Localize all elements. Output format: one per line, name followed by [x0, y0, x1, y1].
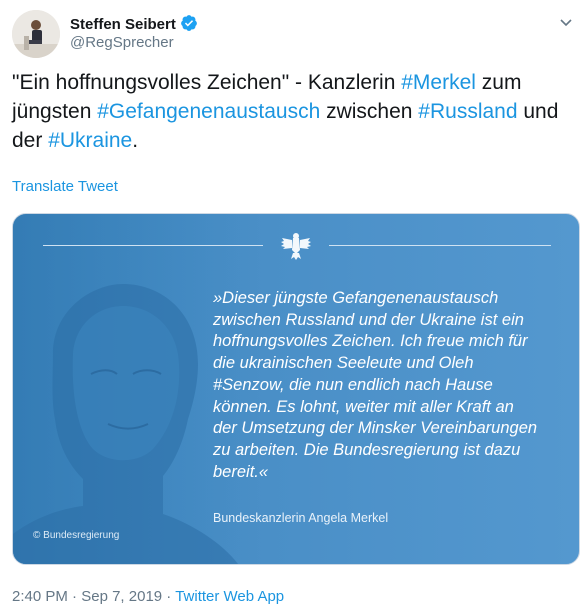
divider-right: [329, 245, 551, 246]
hashtag-ukraine[interactable]: #Ukraine: [48, 129, 132, 152]
quote-line: zwischen Russland und der Ukraine ist ei…: [213, 310, 524, 329]
quote-text: »Dieser jüngste Gefangenenaustausch zwis…: [213, 288, 553, 483]
hashtag-russland[interactable]: #Russland: [418, 100, 517, 123]
quote-signature: Bundeskanzlerin Angela Merkel: [213, 511, 389, 525]
tweet-text-part: zwischen: [320, 100, 419, 123]
quote-line: »Dieser jüngste Gefangenenaustausch: [213, 289, 499, 307]
quote-line: #Senzow, die nun endlich nach Hause: [213, 375, 493, 394]
author-handle[interactable]: @RegSprecher: [70, 34, 174, 51]
quote-line: hoffnungsvolles Zeichen. Ich freue mich …: [213, 332, 528, 351]
meta-separator: ·: [162, 588, 176, 605]
quote-line: die ukrainischen Seeleute und Oleh: [213, 354, 474, 373]
avatar[interactable]: [12, 10, 60, 58]
quote-line: können. Es lohnt, weiter mit aller Kraft…: [213, 397, 514, 416]
quote-line: der Umsetzung der Minsker Vereinbarungen: [213, 419, 538, 438]
divider-left: [43, 245, 263, 246]
chevron-down-icon[interactable]: [558, 14, 574, 35]
tweet-date[interactable]: Sep 7, 2019: [81, 588, 162, 605]
author-name[interactable]: Steffen Seibert: [70, 14, 198, 36]
tweet-text-part: .: [132, 129, 139, 152]
tweet-text-part: "Ein hoffnungsvolles Zeichen" - Kanzleri…: [12, 71, 402, 94]
tweet-meta: 2:40 PM · Sep 7, 2019 · Twitter Web App: [12, 588, 284, 605]
hashtag-gefangenenaustausch[interactable]: #Gefangenenaustausch: [97, 100, 320, 123]
verified-badge-icon: [180, 14, 198, 36]
tweet-text: "Ein hoffnungsvolles Zeichen" - Kanzleri…: [12, 68, 572, 155]
tweet-image-card[interactable]: »Dieser jüngste Gefangenenaustausch zwis…: [12, 213, 580, 565]
tweet-source-app[interactable]: Twitter Web App: [175, 588, 284, 605]
translate-tweet-link[interactable]: Translate Tweet: [12, 178, 118, 195]
author-name-text[interactable]: Steffen Seibert: [70, 16, 176, 33]
meta-separator: ·: [67, 588, 82, 605]
tweet-time[interactable]: 2:40 PM: [12, 588, 68, 605]
federal-eagle-icon: [278, 228, 314, 269]
quote-line: bereit.«: [213, 462, 269, 481]
hashtag-merkel[interactable]: #Merkel: [401, 71, 476, 94]
quote-line: zu arbeiten. Die Bundesregierung ist daz…: [213, 440, 521, 459]
image-copyright: © Bundesregierung: [33, 530, 120, 541]
